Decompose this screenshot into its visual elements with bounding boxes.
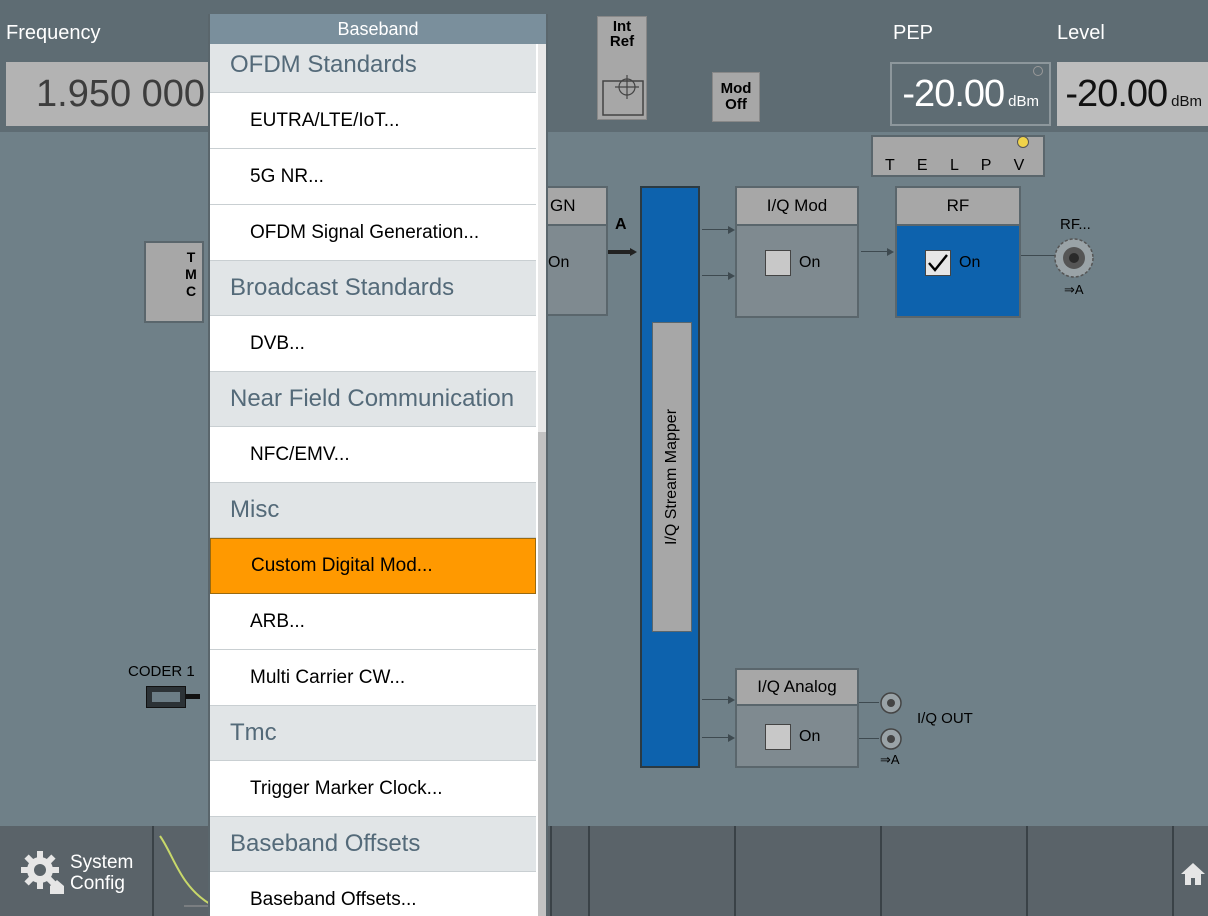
connector-arrow [728,696,735,704]
int-ref-label: Int Ref [609,18,635,50]
pep-label: PEP [893,22,934,44]
taskbar-slot-3[interactable] [736,826,882,916]
menu-list: OFDM Standards EUTRA/LTE/IoT... 5G NR...… [210,38,536,916]
menu-item-baseband-offsets[interactable]: Baseband Offsets... [210,872,536,916]
menu-title: Baseband [210,14,546,44]
iq-analog-checkbox[interactable] [765,724,791,750]
menu-item-custom-digital-mod[interactable]: Custom Digital Mod... [210,538,536,594]
baseband-block[interactable]: GN On [540,186,608,316]
rf-block[interactable]: RF On [895,186,1021,318]
iq-mod-checkbox[interactable] [765,250,791,276]
iq-analog-block[interactable]: I/Q Analog On [735,668,859,768]
gear-icon [21,851,64,894]
home-button[interactable] [1174,826,1208,916]
connector-line [859,702,879,703]
frequency-label: Frequency [6,22,101,44]
menu-item-ofdm-signal-generation[interactable]: OFDM Signal Generation... [210,205,536,261]
section-misc: Misc [210,483,536,538]
taskbar-slot-1[interactable] [550,826,590,916]
system-config-button[interactable]: System Config [0,826,154,916]
section-broadcast-standards: Broadcast Standards [210,261,536,316]
baseband-output-line [608,250,632,254]
taskbar-slot-5[interactable] [1028,826,1174,916]
rf-connector-icon[interactable] [1052,236,1096,280]
taskbar-graph-button[interactable] [154,826,211,916]
connector-arrow [728,272,735,280]
section-tmc: Tmc [210,706,536,761]
pep-indicator-icon [1033,66,1043,76]
connector-arrow [887,248,894,256]
iq-mod-title[interactable]: I/Q Mod [737,188,857,226]
menu-item-arb[interactable]: ARB... [210,594,536,650]
port-a-label: A [615,216,627,233]
iq-mod-state: On [799,254,821,271]
iq-analog-title[interactable]: I/Q Analog [737,670,857,706]
connector-line [859,738,879,739]
connector-line [702,275,730,276]
tmc-button[interactable]: T M C [144,241,204,323]
baseband-output-arrow [630,248,637,256]
baseband-menu: Baseband OFDM Standards EUTRA/LTE/IoT...… [208,14,548,916]
level-label: Level [1057,22,1105,44]
iq-out-port-label: ⇒A [880,752,900,767]
menu-item-nfc-emv[interactable]: NFC/EMV... [210,427,536,483]
connector-line [702,699,730,700]
rf-connector-label: RF... [1060,216,1091,233]
graph-thumbnail-icon [159,835,211,907]
rf-state: On [959,254,981,271]
coder-connector-icon[interactable] [140,684,200,710]
section-near-field-communication: Near Field Communication [210,372,536,427]
rf-checkbox[interactable] [925,250,951,276]
connector-arrow [728,734,735,742]
pep-value[interactable]: -20.00 dBm [890,62,1051,126]
iq-out-label: I/Q OUT [917,710,973,727]
connector-line [1021,255,1055,256]
coder-label: CODER 1 [128,663,195,680]
connector-line [702,229,730,230]
menu-scrollbar-thumb[interactable] [538,432,546,916]
connector-line [702,737,730,738]
iq-out-q-connector-icon[interactable] [878,726,904,752]
menu-item-5g-nr[interactable]: 5G NR... [210,149,536,205]
iq-stream-mapper-button[interactable]: I/Q Stream Mapper [652,322,692,632]
taskbar-slot-4[interactable] [882,826,1028,916]
connector-line [861,251,889,252]
iq-mod-block[interactable]: I/Q Mod On [735,186,859,318]
mod-off-button[interactable]: Mod Off [712,72,760,122]
section-baseband-offsets: Baseband Offsets [210,817,536,872]
menu-scrollbar[interactable] [538,42,546,916]
reference-icon [602,75,644,116]
home-icon [1181,863,1205,885]
level-value[interactable]: -20.00 dBm [1057,62,1208,126]
section-ofdm-standards: OFDM Standards [210,38,536,93]
menu-item-eutra-lte-iot[interactable]: EUTRA/LTE/IoT... [210,93,536,149]
int-ref-button[interactable]: Int Ref [597,16,647,120]
connector-arrow [728,226,735,234]
taskbar-slot-2[interactable] [590,826,736,916]
status-bar: Frequency 1.950 000 00 Int Ref Mod Off P… [0,0,1208,132]
menu-item-dvb[interactable]: DVB... [210,316,536,372]
iq-analog-state: On [799,728,821,745]
iq-out-i-connector-icon[interactable] [878,690,904,716]
iq-stream-mapper: I/Q Stream Mapper [640,186,700,768]
frequency-value[interactable]: 1.950 000 00 [6,62,216,126]
baseband-block-title: GN [542,188,606,226]
checkmark-icon [928,254,948,272]
menu-item-multi-carrier-cw[interactable]: Multi Carrier CW... [210,650,536,706]
taskbar: System Config [0,826,1208,916]
rf-port-label: ⇒A [1064,282,1084,297]
menu-item-trigger-marker-clock[interactable]: Trigger Marker Clock... [210,761,536,817]
status-led-icon [1017,136,1029,148]
rf-title[interactable]: RF [897,188,1019,226]
baseband-block-state: On [548,254,570,271]
